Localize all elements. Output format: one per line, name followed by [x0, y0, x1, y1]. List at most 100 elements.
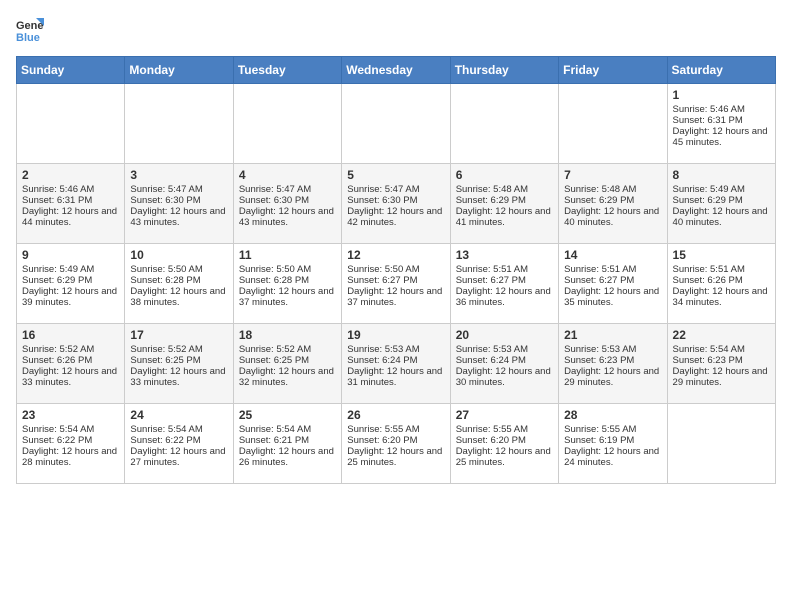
week-row-0: 1Sunrise: 5:46 AMSunset: 6:31 PMDaylight… [17, 84, 776, 164]
day-info: Daylight: 12 hours and 33 minutes. [22, 366, 120, 388]
day-number: 6 [456, 168, 554, 182]
day-cell: 9Sunrise: 5:49 AMSunset: 6:29 PMDaylight… [17, 244, 125, 324]
logo-icon: General Blue [16, 16, 44, 44]
day-info: Sunset: 6:30 PM [347, 195, 445, 206]
day-info: Sunrise: 5:53 AM [564, 344, 662, 355]
day-info: Daylight: 12 hours and 34 minutes. [673, 286, 771, 308]
logo: General Blue [16, 16, 44, 44]
day-cell: 16Sunrise: 5:52 AMSunset: 6:26 PMDayligh… [17, 324, 125, 404]
day-info: Sunset: 6:23 PM [673, 355, 771, 366]
day-info: Daylight: 12 hours and 28 minutes. [22, 446, 120, 468]
day-info: Daylight: 12 hours and 38 minutes. [130, 286, 228, 308]
day-cell: 17Sunrise: 5:52 AMSunset: 6:25 PMDayligh… [125, 324, 233, 404]
day-cell: 1Sunrise: 5:46 AMSunset: 6:31 PMDaylight… [667, 84, 775, 164]
day-info: Sunrise: 5:55 AM [456, 424, 554, 435]
day-info: Sunset: 6:24 PM [456, 355, 554, 366]
week-row-4: 23Sunrise: 5:54 AMSunset: 6:22 PMDayligh… [17, 404, 776, 484]
day-cell: 14Sunrise: 5:51 AMSunset: 6:27 PMDayligh… [559, 244, 667, 324]
day-info: Daylight: 12 hours and 31 minutes. [347, 366, 445, 388]
day-info: Sunrise: 5:48 AM [564, 184, 662, 195]
day-info: Sunrise: 5:47 AM [347, 184, 445, 195]
day-info: Daylight: 12 hours and 24 minutes. [564, 446, 662, 468]
day-info: Daylight: 12 hours and 36 minutes. [456, 286, 554, 308]
day-info: Sunrise: 5:52 AM [22, 344, 120, 355]
day-number: 2 [22, 168, 120, 182]
day-number: 3 [130, 168, 228, 182]
calendar-body: 1Sunrise: 5:46 AMSunset: 6:31 PMDaylight… [17, 84, 776, 484]
day-info: Sunset: 6:22 PM [22, 435, 120, 446]
day-info: Sunrise: 5:47 AM [239, 184, 337, 195]
day-info: Sunrise: 5:53 AM [347, 344, 445, 355]
day-info: Daylight: 12 hours and 43 minutes. [130, 206, 228, 228]
day-info: Sunrise: 5:53 AM [456, 344, 554, 355]
day-info: Sunrise: 5:51 AM [456, 264, 554, 275]
day-number: 8 [673, 168, 771, 182]
day-info: Sunrise: 5:50 AM [239, 264, 337, 275]
day-cell [450, 84, 558, 164]
day-cell: 12Sunrise: 5:50 AMSunset: 6:27 PMDayligh… [342, 244, 450, 324]
day-info: Daylight: 12 hours and 37 minutes. [239, 286, 337, 308]
day-info: Sunset: 6:25 PM [239, 355, 337, 366]
day-info: Sunrise: 5:54 AM [130, 424, 228, 435]
day-info: Daylight: 12 hours and 40 minutes. [564, 206, 662, 228]
day-info: Sunrise: 5:50 AM [130, 264, 228, 275]
day-cell: 13Sunrise: 5:51 AMSunset: 6:27 PMDayligh… [450, 244, 558, 324]
day-info: Sunset: 6:30 PM [239, 195, 337, 206]
day-info: Sunset: 6:31 PM [673, 115, 771, 126]
page-header: General Blue [16, 16, 776, 44]
day-info: Sunset: 6:23 PM [564, 355, 662, 366]
day-cell: 18Sunrise: 5:52 AMSunset: 6:25 PMDayligh… [233, 324, 341, 404]
day-info: Sunrise: 5:54 AM [239, 424, 337, 435]
day-header-wednesday: Wednesday [342, 57, 450, 84]
day-number: 17 [130, 328, 228, 342]
day-info: Sunset: 6:30 PM [130, 195, 228, 206]
day-header-friday: Friday [559, 57, 667, 84]
day-cell [17, 84, 125, 164]
day-info: Daylight: 12 hours and 42 minutes. [347, 206, 445, 228]
week-row-1: 2Sunrise: 5:46 AMSunset: 6:31 PMDaylight… [17, 164, 776, 244]
day-number: 18 [239, 328, 337, 342]
day-info: Daylight: 12 hours and 33 minutes. [130, 366, 228, 388]
day-header-thursday: Thursday [450, 57, 558, 84]
day-info: Sunrise: 5:52 AM [130, 344, 228, 355]
day-cell: 24Sunrise: 5:54 AMSunset: 6:22 PMDayligh… [125, 404, 233, 484]
day-cell [233, 84, 341, 164]
day-info: Daylight: 12 hours and 25 minutes. [456, 446, 554, 468]
day-cell: 4Sunrise: 5:47 AMSunset: 6:30 PMDaylight… [233, 164, 341, 244]
day-number: 19 [347, 328, 445, 342]
day-info: Sunrise: 5:55 AM [347, 424, 445, 435]
day-number: 28 [564, 408, 662, 422]
day-info: Daylight: 12 hours and 40 minutes. [673, 206, 771, 228]
day-cell: 5Sunrise: 5:47 AMSunset: 6:30 PMDaylight… [342, 164, 450, 244]
day-info: Sunset: 6:29 PM [564, 195, 662, 206]
day-info: Sunset: 6:22 PM [130, 435, 228, 446]
day-number: 20 [456, 328, 554, 342]
day-info: Sunset: 6:28 PM [239, 275, 337, 286]
day-cell: 10Sunrise: 5:50 AMSunset: 6:28 PMDayligh… [125, 244, 233, 324]
day-info: Sunrise: 5:54 AM [22, 424, 120, 435]
calendar-header: SundayMondayTuesdayWednesdayThursdayFrid… [17, 57, 776, 84]
day-number: 14 [564, 248, 662, 262]
day-info: Sunrise: 5:50 AM [347, 264, 445, 275]
day-info: Daylight: 12 hours and 45 minutes. [673, 126, 771, 148]
day-number: 11 [239, 248, 337, 262]
day-info: Sunrise: 5:47 AM [130, 184, 228, 195]
day-cell: 7Sunrise: 5:48 AMSunset: 6:29 PMDaylight… [559, 164, 667, 244]
day-info: Sunrise: 5:46 AM [22, 184, 120, 195]
day-info: Daylight: 12 hours and 41 minutes. [456, 206, 554, 228]
day-cell [342, 84, 450, 164]
day-info: Sunset: 6:29 PM [673, 195, 771, 206]
day-info: Sunrise: 5:46 AM [673, 104, 771, 115]
day-cell: 11 Sunrise: 5:50 AMSunset: 6:28 PMDayligh… [233, 244, 341, 324]
day-info: Daylight: 12 hours and 29 minutes. [673, 366, 771, 388]
day-info: Sunrise: 5:54 AM [673, 344, 771, 355]
day-info: Sunset: 6:26 PM [22, 355, 120, 366]
day-cell: 28Sunrise: 5:55 AMSunset: 6:19 PMDayligh… [559, 404, 667, 484]
day-info: Sunset: 6:20 PM [347, 435, 445, 446]
day-number: 12 [347, 248, 445, 262]
day-cell: 3 Sunrise: 5:47 AMSunset: 6:30 PMDaylight… [125, 164, 233, 244]
day-number: 4 [239, 168, 337, 182]
day-number: 13 [456, 248, 554, 262]
day-info: Daylight: 12 hours and 35 minutes. [564, 286, 662, 308]
day-cell: 8Sunrise: 5:49 AMSunset: 6:29 PMDaylight… [667, 164, 775, 244]
